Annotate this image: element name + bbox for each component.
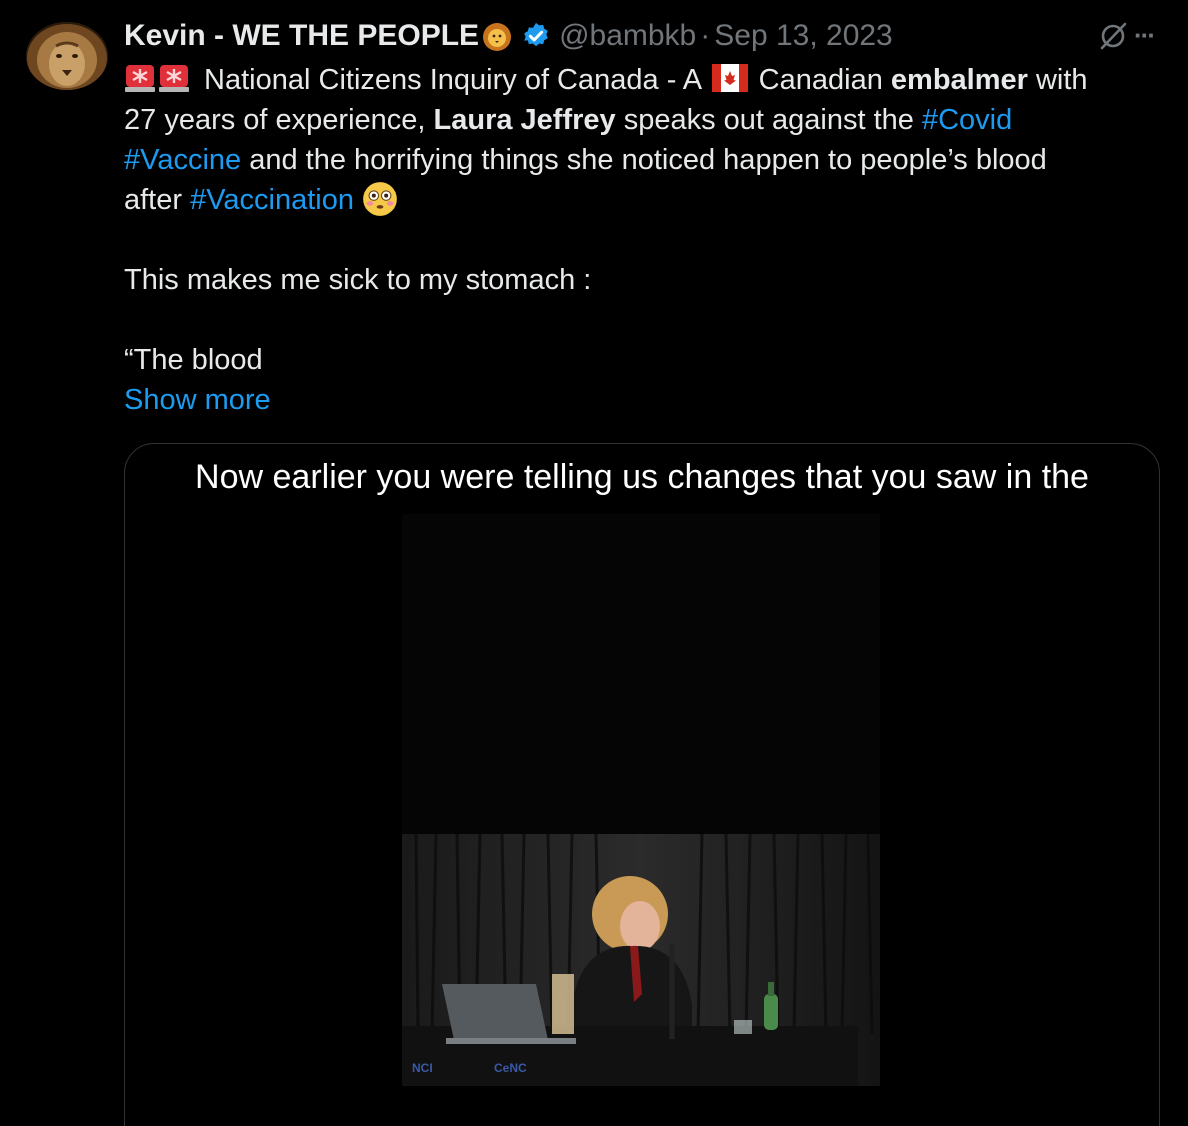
grok-icon[interactable] [1098,21,1128,51]
video-player[interactable]: Now earlier you were telling us changes … [124,443,1160,1126]
lion-avatar-image [26,22,108,90]
tweet-text: National Citizens Inquiry of Canada - A … [124,60,1164,420]
tweet-line-4: after #Vaccination [124,180,1164,220]
text-segment: after [124,184,191,216]
verified-badge-icon[interactable] [521,21,551,51]
lion-emoji [483,23,512,51]
text-segment: speaks out against the [615,104,922,136]
siren-emoji [159,65,189,92]
tweet-date[interactable]: Sep 13, 2023 [714,19,893,53]
siren-emoji [125,65,155,92]
user-handle[interactable]: @bambkb [559,19,696,53]
flushed-face-emoji [363,182,397,216]
text-segment: Canadian [750,64,891,96]
hashtag-vaccine[interactable]: #Vaccine [124,144,241,176]
more-icon[interactable]: ··· [1134,20,1156,51]
text-bold-name: Laura Jeffrey [433,104,616,136]
tweet-header: Kevin - WE THE PEOPLE @bambkb · Sep 13, … [124,14,893,58]
tweet[interactable]: Kevin - WE THE PEOPLE @bambkb · Sep 13, … [0,0,1188,1126]
video-caption: Now earlier you were telling us changes … [195,458,1089,496]
text-segment: and the horrifying things she noticed ha… [241,144,1047,176]
tweet-paragraph-3: “The blood [124,344,263,376]
nci-logo: NCI [412,1061,433,1075]
display-name[interactable]: Kevin - WE THE PEOPLE [124,19,479,53]
hashtag-vaccination[interactable]: #Vaccination [190,184,354,216]
tweet-line-3: #Vaccine and the horrifying things she n… [124,140,1164,180]
separator-dot: · [700,19,711,52]
canada-flag-emoji [711,64,748,92]
show-more-link[interactable]: Show more [124,384,271,416]
text-bold-embalmer: embalmer [890,64,1028,96]
cenc-logo: CeNC [494,1061,527,1075]
avatar[interactable] [26,22,108,90]
tweet-actions-top: ··· [1098,20,1156,51]
text-segment: 27 years of experience, [124,104,434,136]
tweet-line-2: 27 years of experience, Laura Jeffrey sp… [124,100,1164,140]
text-segment: with [1027,64,1088,96]
tweet-line-1: National Citizens Inquiry of Canada - A … [124,60,1164,100]
text-segment: National Citizens Inquiry of Canada - A [196,64,709,96]
hashtag-covid[interactable]: #Covid [922,104,1012,136]
tweet-paragraph-2: This makes me sick to my stomach : [124,264,592,296]
video-thumbnail: NCI CeNC [402,834,880,1086]
